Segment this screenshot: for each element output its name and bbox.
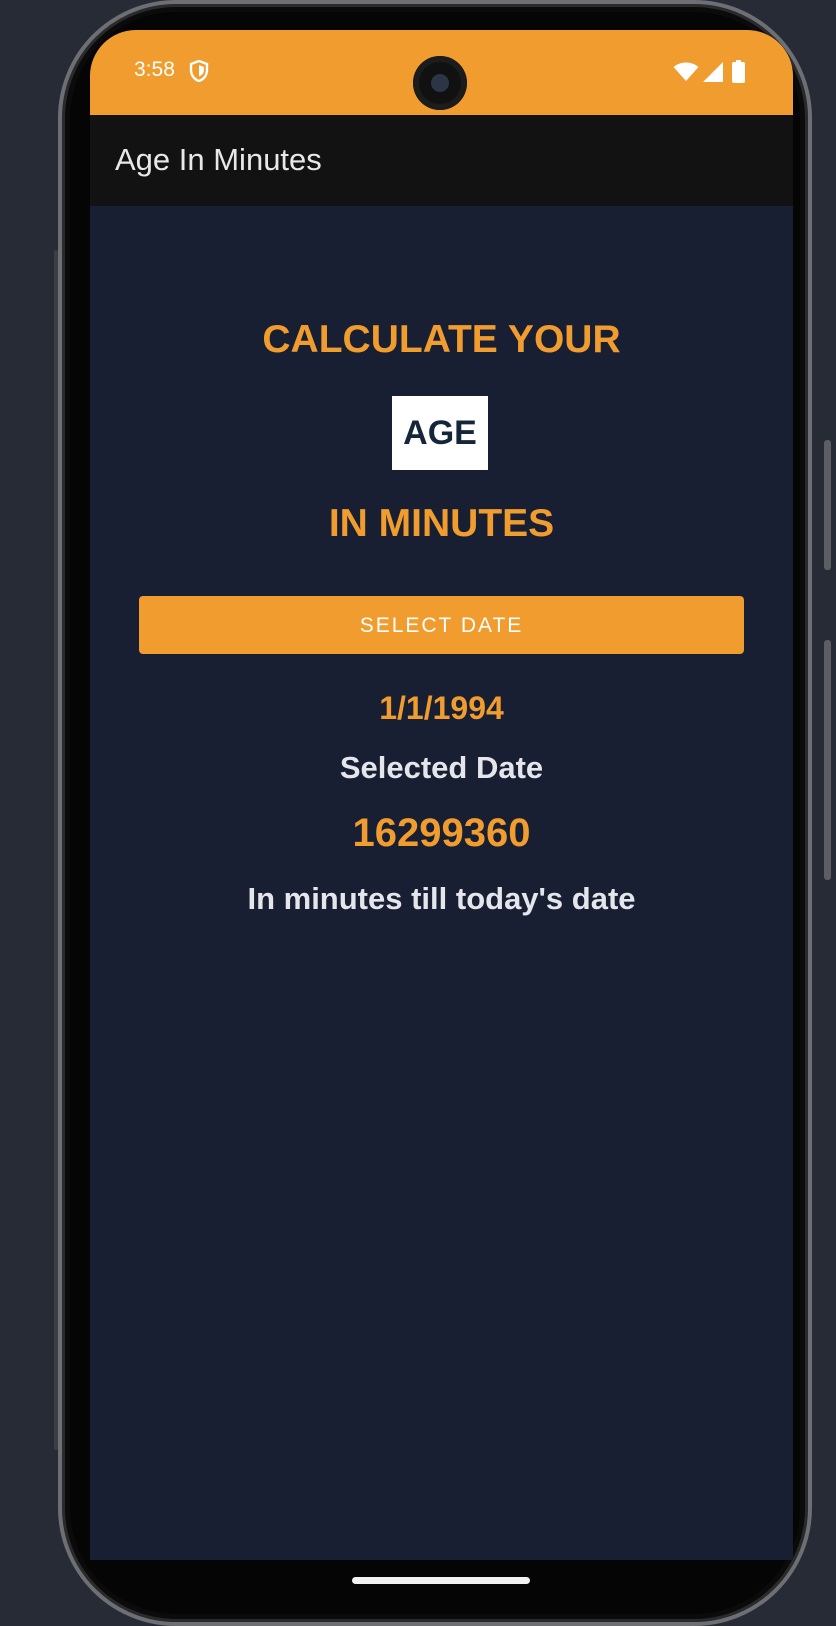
- selected-date-label: Selected Date: [339, 750, 544, 785]
- front-camera: [413, 56, 467, 110]
- volume-button: [824, 640, 831, 880]
- age-badge: AGE: [392, 396, 488, 470]
- signal-icon: [703, 62, 723, 82]
- age-in-minutes-label: In minutes till today's date: [247, 881, 636, 916]
- battery-icon: [732, 60, 745, 83]
- phone-screen: 3:58 Age In Minutes CALCULATE YOUR AGE I…: [90, 30, 793, 1560]
- age-in-minutes-value: 16299360: [352, 811, 531, 855]
- select-date-button[interactable]: SELECT DATE: [139, 596, 744, 654]
- selected-date-value: 1/1/1994: [379, 690, 504, 726]
- status-bar: 3:58: [90, 30, 793, 115]
- app-title: Age In Minutes: [115, 142, 322, 177]
- power-button: [824, 440, 831, 570]
- status-time: 3:58: [134, 58, 175, 81]
- app-bar: Age In Minutes: [90, 115, 793, 206]
- heading-calculate-your: CALCULATE YOUR: [262, 318, 621, 361]
- heading-in-minutes: IN MINUTES: [328, 502, 555, 545]
- home-indicator[interactable]: [352, 1577, 530, 1584]
- wifi-icon: [673, 62, 699, 81]
- shield-icon: [189, 60, 209, 82]
